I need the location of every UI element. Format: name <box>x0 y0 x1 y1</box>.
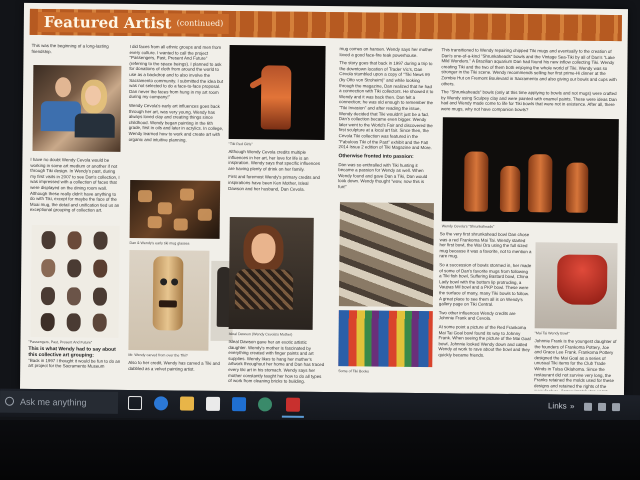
monitor-bezel <box>0 420 640 480</box>
col5-para4: So a succession of bowls stormed in, her… <box>438 262 532 307</box>
photo-couple <box>32 64 122 152</box>
col2-para2: Wendy Cevola's early art influences goes… <box>128 102 224 143</box>
photo-tiki-pole <box>128 249 210 351</box>
col2-footer: Also to her credit, Wendy has carved a T… <box>128 359 220 372</box>
caption-woman: Isleal Dawson (Wendy Cevola's Mother) <box>228 332 293 337</box>
acrobat-reader-icon[interactable] <box>285 397 301 412</box>
file-explorer-icon[interactable] <box>179 396 195 411</box>
search-box[interactable]: Ask me anything <box>0 390 119 414</box>
network-icon[interactable] <box>597 402 607 411</box>
photo-tiki-glasses <box>129 179 221 239</box>
caption-glasses: Dan & Wendy's early tiki mug glasses <box>129 240 190 246</box>
search-icon <box>4 396 15 406</box>
photo-tiki-red-figure <box>228 45 326 141</box>
column-3: Although Wendy Cevola credits multiple i… <box>228 149 324 195</box>
task-view-icon[interactable] <box>127 395 143 411</box>
col4-para4: Dan was so enthralled with Tiki hunting … <box>338 161 428 190</box>
col1-lead: This was the beginning of a long-lasting… <box>31 42 109 54</box>
page-header-band: Featured Artist (continued) <box>29 8 622 42</box>
col5-para3: So the very first shrunkahead bowl Dan c… <box>439 231 532 259</box>
col1-para1: I have no doubt Wendy Cevola would be wo… <box>29 156 120 214</box>
edge-browser-icon[interactable] <box>153 396 169 411</box>
page-title: Featured Artist (continued) <box>37 11 230 34</box>
col5-para6: At some point a picture of the Red Frank… <box>438 324 531 358</box>
store-icon[interactable] <box>205 396 221 411</box>
photo-red-mai-tai-bowl <box>534 242 618 330</box>
column-1: This was the beginning of a long-lasting… <box>31 43 123 58</box>
magazine-page: Featured Artist (continued) This was the… <box>19 2 629 396</box>
column-1-footer: "Passengers, Past, Present And Future" T… <box>28 339 120 373</box>
photo-shrunkaheads-mugs <box>441 117 619 224</box>
active-app-indicator <box>281 415 304 418</box>
column-4: mug comes on hansen. Wendy says her moth… <box>338 46 436 194</box>
column-5-left: So the very first shrunkahead bowl Dan c… <box>438 231 531 361</box>
col3-para3: Isleal Dawson gave her an exotic artisti… <box>228 339 325 384</box>
photo-woman-portrait <box>228 217 314 330</box>
col5-para5: Two other influences Wendy credits are J… <box>438 309 516 322</box>
app-icon[interactable] <box>257 397 273 412</box>
col1-bold-heading: This is what Wendy had to say about this… <box>28 345 116 359</box>
photo-tiki-collage <box>338 202 434 308</box>
page-title-text: Featured Artist <box>43 13 172 33</box>
tray-more[interactable]: » <box>570 402 575 411</box>
col4-para3: Otherwise fronted into passion: <box>338 152 414 160</box>
tray-up-arrow-icon[interactable] <box>583 402 593 411</box>
photo-tiki-books <box>338 310 433 368</box>
caption-redmug: "Mai Tai Wendy Bowl" <box>534 331 570 336</box>
col3-para1: Although Wendy Cevola credits multiple i… <box>228 148 321 172</box>
col3-para2: First and foremost Wendy's primary credi… <box>228 174 321 192</box>
caption-tiki-red: "Tiki Red Girls" <box>228 141 253 147</box>
page-title-sub: (continued) <box>176 18 224 28</box>
taskbar: Ask me anything Links » <box>0 388 640 424</box>
col2-para1: I did faces from all ethnic groups and m… <box>129 43 224 100</box>
search-placeholder: Ask me anything <box>19 396 87 408</box>
col5-para1: This transitioned to Wendy repairing chi… <box>441 47 617 86</box>
col4-para2: The story goes that back in 1997 during … <box>338 60 434 151</box>
caption-books: Some of Tiki Books <box>338 369 369 374</box>
col5-para7: Johnnie Frank is the youngest daughter o… <box>534 338 617 391</box>
column-1-body: I have no doubt Wendy Cevola would be wo… <box>30 157 123 217</box>
column-2: I did faces from all ethnic groups and m… <box>129 44 226 146</box>
outlook-icon[interactable] <box>231 397 247 412</box>
photo-masks-grid <box>30 224 120 338</box>
col1-quote: "Back in 1997 I thought it would be fun … <box>28 357 121 369</box>
tray-links[interactable]: Links <box>548 401 567 410</box>
caption-mugs: Wendy Cevola's "Shrunkaheads" <box>441 224 495 229</box>
caption-tikipole: Mr. Wendy carved from over the Tiki? <box>128 352 188 358</box>
monitor-screen: Featured Artist (continued) This was the… <box>0 0 640 480</box>
column-5: This transitioned to Wendy repairing chi… <box>441 47 620 116</box>
col4-para1: mug comes on hansen. Wendy says her moth… <box>339 46 433 58</box>
volume-icon[interactable] <box>611 403 621 412</box>
col5-para2: The "Shrunkaheads" bowls (only at this t… <box>440 89 617 113</box>
